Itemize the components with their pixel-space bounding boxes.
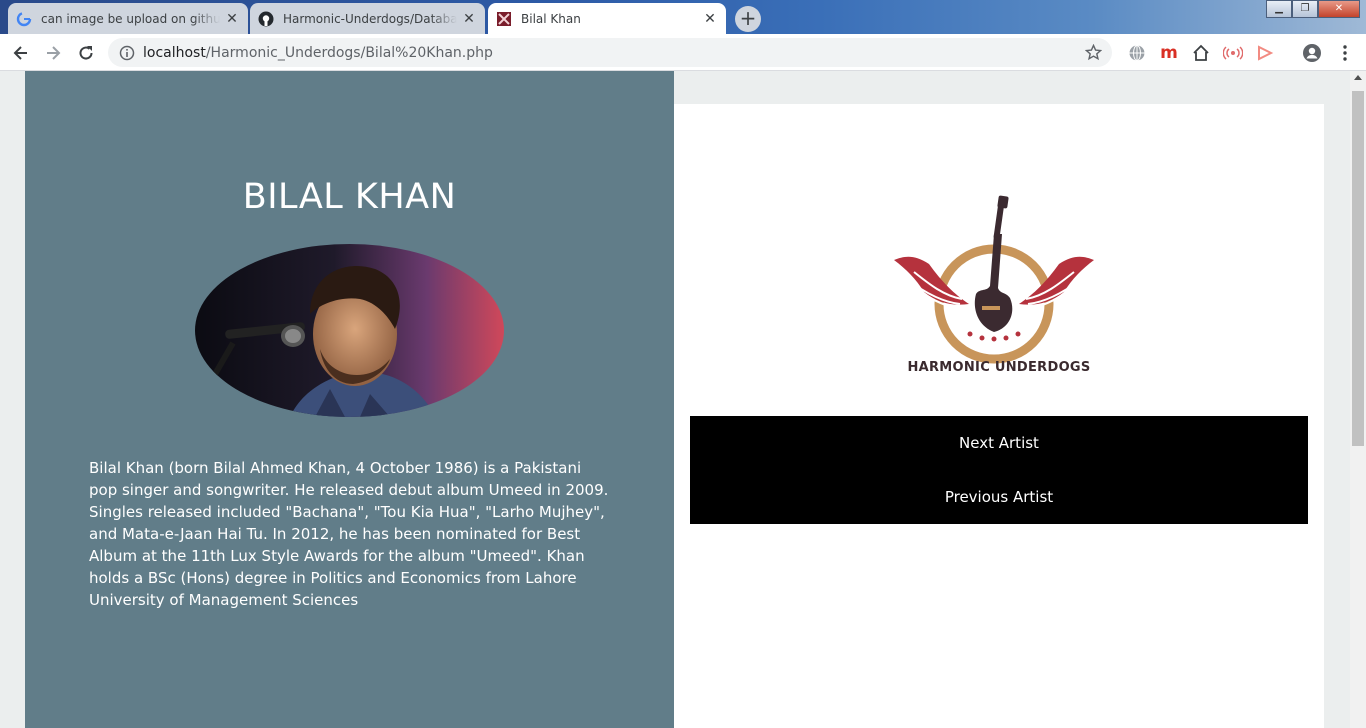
globe-extension-icon[interactable] <box>1127 43 1147 63</box>
next-artist-link[interactable]: Next Artist <box>690 416 1308 470</box>
m-extension-icon[interactable]: m <box>1159 43 1179 63</box>
info-icon[interactable] <box>119 45 135 61</box>
page-scrollbar[interactable] <box>1350 71 1366 728</box>
harmonic-underdogs-logo <box>894 195 1094 364</box>
previous-artist-link[interactable]: Previous Artist <box>690 470 1308 524</box>
artist-name: BILAL KHAN <box>242 177 457 217</box>
close-tab-icon[interactable]: ✕ <box>702 11 718 27</box>
tab-github-repo[interactable]: Harmonic-Underdogs/Database1 ✕ <box>250 3 485 34</box>
bookmark-star-icon[interactable] <box>1085 44 1102 61</box>
cast-extension-icon[interactable] <box>1255 43 1275 63</box>
forward-button[interactable] <box>40 40 66 66</box>
home-icon[interactable] <box>1191 43 1211 63</box>
artist-panel: BILAL KHAN Bilal Khan (born Bilal Ahmed … <box>25 71 674 728</box>
tab-title: Harmonic-Underdogs/Database1 <box>283 11 457 26</box>
address-bar[interactable]: localhost/Harmonic_Underdogs/Bilal%20Kha… <box>108 38 1112 67</box>
page-viewport: BILAL KHAN Bilal Khan (born Bilal Ahmed … <box>0 71 1350 728</box>
forward-arrow-icon <box>47 46 61 60</box>
tab-title: can image be upload on github r <box>41 11 220 26</box>
browser-toolbar: localhost/Harmonic_Underdogs/Bilal%20Kha… <box>0 34 1366 71</box>
tab-strip: can image be upload on github r ✕ Harmon… <box>0 0 1366 34</box>
url-path: /Harmonic_Underdogs/Bilal%20Khan.php <box>205 44 493 61</box>
close-window-button[interactable]: ✕ <box>1318 0 1360 18</box>
artist-navigation: Next Artist Previous Artist <box>690 416 1308 524</box>
tab-title: Bilal Khan <box>521 11 581 26</box>
artist-bio: Bilal Khan (born Bilal Ahmed Khan, 4 Oct… <box>89 459 609 609</box>
site-favicon <box>496 11 512 27</box>
menu-kebab-icon[interactable] <box>1335 43 1355 63</box>
logo-wordmark: HARMONIC UNDERDOGS <box>907 360 1091 375</box>
minimize-button[interactable]: ▁ <box>1266 0 1292 18</box>
new-tab-button[interactable]: + <box>735 6 761 32</box>
reload-icon <box>79 46 93 60</box>
maximize-button[interactable]: ❐ <box>1292 0 1318 18</box>
github-icon <box>258 11 274 27</box>
artist-photo <box>195 244 504 417</box>
profile-icon[interactable] <box>1302 43 1322 63</box>
url-host: localhost <box>143 44 206 61</box>
window-controls: ▁ ❐ ✕ <box>1266 0 1360 18</box>
tab-bilal-khan[interactable]: Bilal Khan ✕ <box>488 3 726 34</box>
tab-github-question[interactable]: can image be upload on github r ✕ <box>8 3 248 34</box>
brand-panel: HARMONIC UNDERDOGS Next Artist Previous … <box>674 104 1324 728</box>
broadcast-extension-icon[interactable] <box>1223 43 1243 63</box>
scrollbar-thumb[interactable] <box>1352 91 1364 446</box>
google-icon <box>16 11 32 27</box>
back-button[interactable] <box>8 40 34 66</box>
back-arrow-icon <box>13 46 27 60</box>
close-tab-icon[interactable]: ✕ <box>461 11 477 27</box>
scroll-up-arrow-icon[interactable] <box>1354 75 1362 80</box>
reload-button[interactable] <box>73 40 99 66</box>
close-tab-icon[interactable]: ✕ <box>224 11 240 27</box>
